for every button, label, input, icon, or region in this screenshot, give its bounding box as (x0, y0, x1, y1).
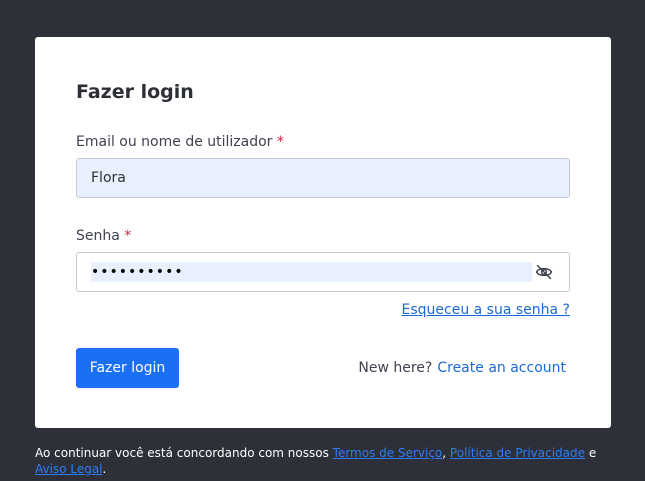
create-account-link[interactable]: Create an account (437, 360, 566, 376)
email-field[interactable] (77, 159, 569, 197)
required-mark: * (124, 228, 132, 244)
separator-period: . (102, 462, 107, 476)
legal-notice-text: Ao continuar você está concordando com n… (35, 446, 333, 460)
password-label-text: Senha (76, 228, 120, 244)
legal-notice: Ao continuar você está concordando com n… (35, 445, 611, 477)
eye-slash-icon[interactable] (535, 263, 553, 281)
login-card: Fazer login Email ou nome de utilizador … (35, 37, 611, 428)
legal-notice-link[interactable]: Aviso Legal (35, 462, 103, 476)
email-label: Email ou nome de utilizador * (76, 133, 284, 151)
register-prompt: New here? Create an account (358, 359, 566, 377)
page-title: Fazer login (76, 81, 194, 103)
separator-comma: , (442, 446, 450, 460)
required-mark: * (276, 134, 284, 150)
email-field-wrapper (76, 158, 570, 198)
privacy-policy-link[interactable]: Política de Privacidade (450, 446, 585, 460)
email-label-text: Email ou nome de utilizador (76, 134, 273, 150)
forgot-password-link[interactable]: Esqueceu a sua senha ? (402, 301, 571, 319)
separator-and: e (585, 446, 597, 460)
terms-of-service-link[interactable]: Termos de Serviço (333, 446, 443, 460)
password-field[interactable] (91, 262, 532, 282)
login-button[interactable]: Fazer login (76, 348, 179, 388)
password-label: Senha * (76, 227, 131, 245)
new-here-text: New here? (358, 360, 433, 376)
password-field-wrapper (76, 252, 570, 292)
